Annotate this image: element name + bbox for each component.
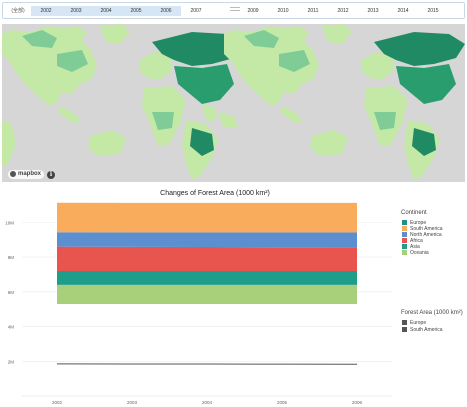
legend-swatch (402, 320, 407, 325)
legend-label: South America (410, 327, 443, 333)
legend-swatch (402, 226, 407, 231)
area-series-north-america (57, 232, 357, 248)
x-tick-label: 2004 (202, 400, 213, 405)
year-filter-2010[interactable]: 2010 (268, 6, 298, 16)
legend-swatch (402, 244, 407, 249)
x-tick-label: 2005 (277, 400, 288, 405)
legend-size-item-south-america[interactable]: South America (402, 327, 443, 333)
year-filter-2013[interactable]: 2013 (358, 6, 388, 16)
legend-swatch (402, 327, 407, 332)
area-series-south-america (57, 202, 357, 233)
legend-label: Oceania (410, 250, 429, 256)
info-icon[interactable]: i (47, 171, 55, 179)
year-filter-2015[interactable]: 2015 (418, 6, 448, 16)
legend-title-continent: Continent (401, 210, 427, 216)
chart-plot[interactable]: 2M 4M 6M 8M 10M 2002 2003 2004 2005 2006 (0, 185, 467, 407)
year-filter-2003[interactable]: 2003 (61, 6, 91, 16)
legend-swatch (402, 238, 407, 243)
legend-size-item-europe[interactable]: Europe (402, 320, 426, 326)
x-tick-label: 2003 (127, 400, 138, 405)
year-filter-2014[interactable]: 2014 (388, 6, 418, 16)
y-tick-label: 8M (8, 255, 15, 260)
area-series-asia (57, 270, 357, 285)
year-filter-bar: (全部) 2002 2003 2004 2005 2006 2007 2009 2010 201… (2, 2, 465, 19)
legend-swatch (402, 250, 407, 255)
forest-area-chart: Changes of Forest Area (1000 km²) 2M 4M 6M… (0, 185, 467, 407)
year-filter-2002[interactable]: 2002 (31, 6, 61, 16)
year-filter-all[interactable]: (全部) (7, 6, 29, 16)
legend-label: Europe (410, 320, 427, 326)
year-filter-2006[interactable]: 2006 (151, 6, 181, 16)
mapbox-logo[interactable]: mapbox (8, 170, 45, 179)
year-filter-2007[interactable]: 2007 (181, 6, 211, 16)
y-tick-label: 4M (8, 325, 15, 330)
south-america-shape (182, 120, 440, 180)
legend-swatch (402, 220, 407, 225)
legend-title-forest-area: Forest Area (1000 km²) (401, 310, 463, 316)
x-tick-label: 2002 (52, 400, 63, 405)
year-filter-2012[interactable]: 2012 (328, 6, 358, 16)
year-filter-2009[interactable]: 2009 (238, 6, 268, 16)
y-tick-label: 10M (5, 220, 14, 225)
y-tick-label: 2M (8, 359, 15, 364)
world-map-tiles (2, 24, 465, 180)
year-filter-2005[interactable]: 2005 (121, 6, 151, 16)
forest-map[interactable]: mapbox i (2, 24, 465, 182)
y-tick-label: 6M (8, 290, 15, 295)
chart-title: Changes of Forest Area (1000 km²) (160, 190, 270, 197)
year-filter-2004[interactable]: 2004 (91, 6, 121, 16)
legend-swatch (402, 232, 407, 237)
year-filter-2011[interactable]: 2011 (298, 6, 328, 16)
x-tick-label: 2006 (352, 400, 363, 405)
area-series-oceania (57, 284, 357, 304)
drag-handle-icon[interactable] (230, 7, 240, 15)
area-series-africa (57, 246, 357, 271)
legend-item-oceania[interactable]: Oceania (402, 250, 429, 256)
